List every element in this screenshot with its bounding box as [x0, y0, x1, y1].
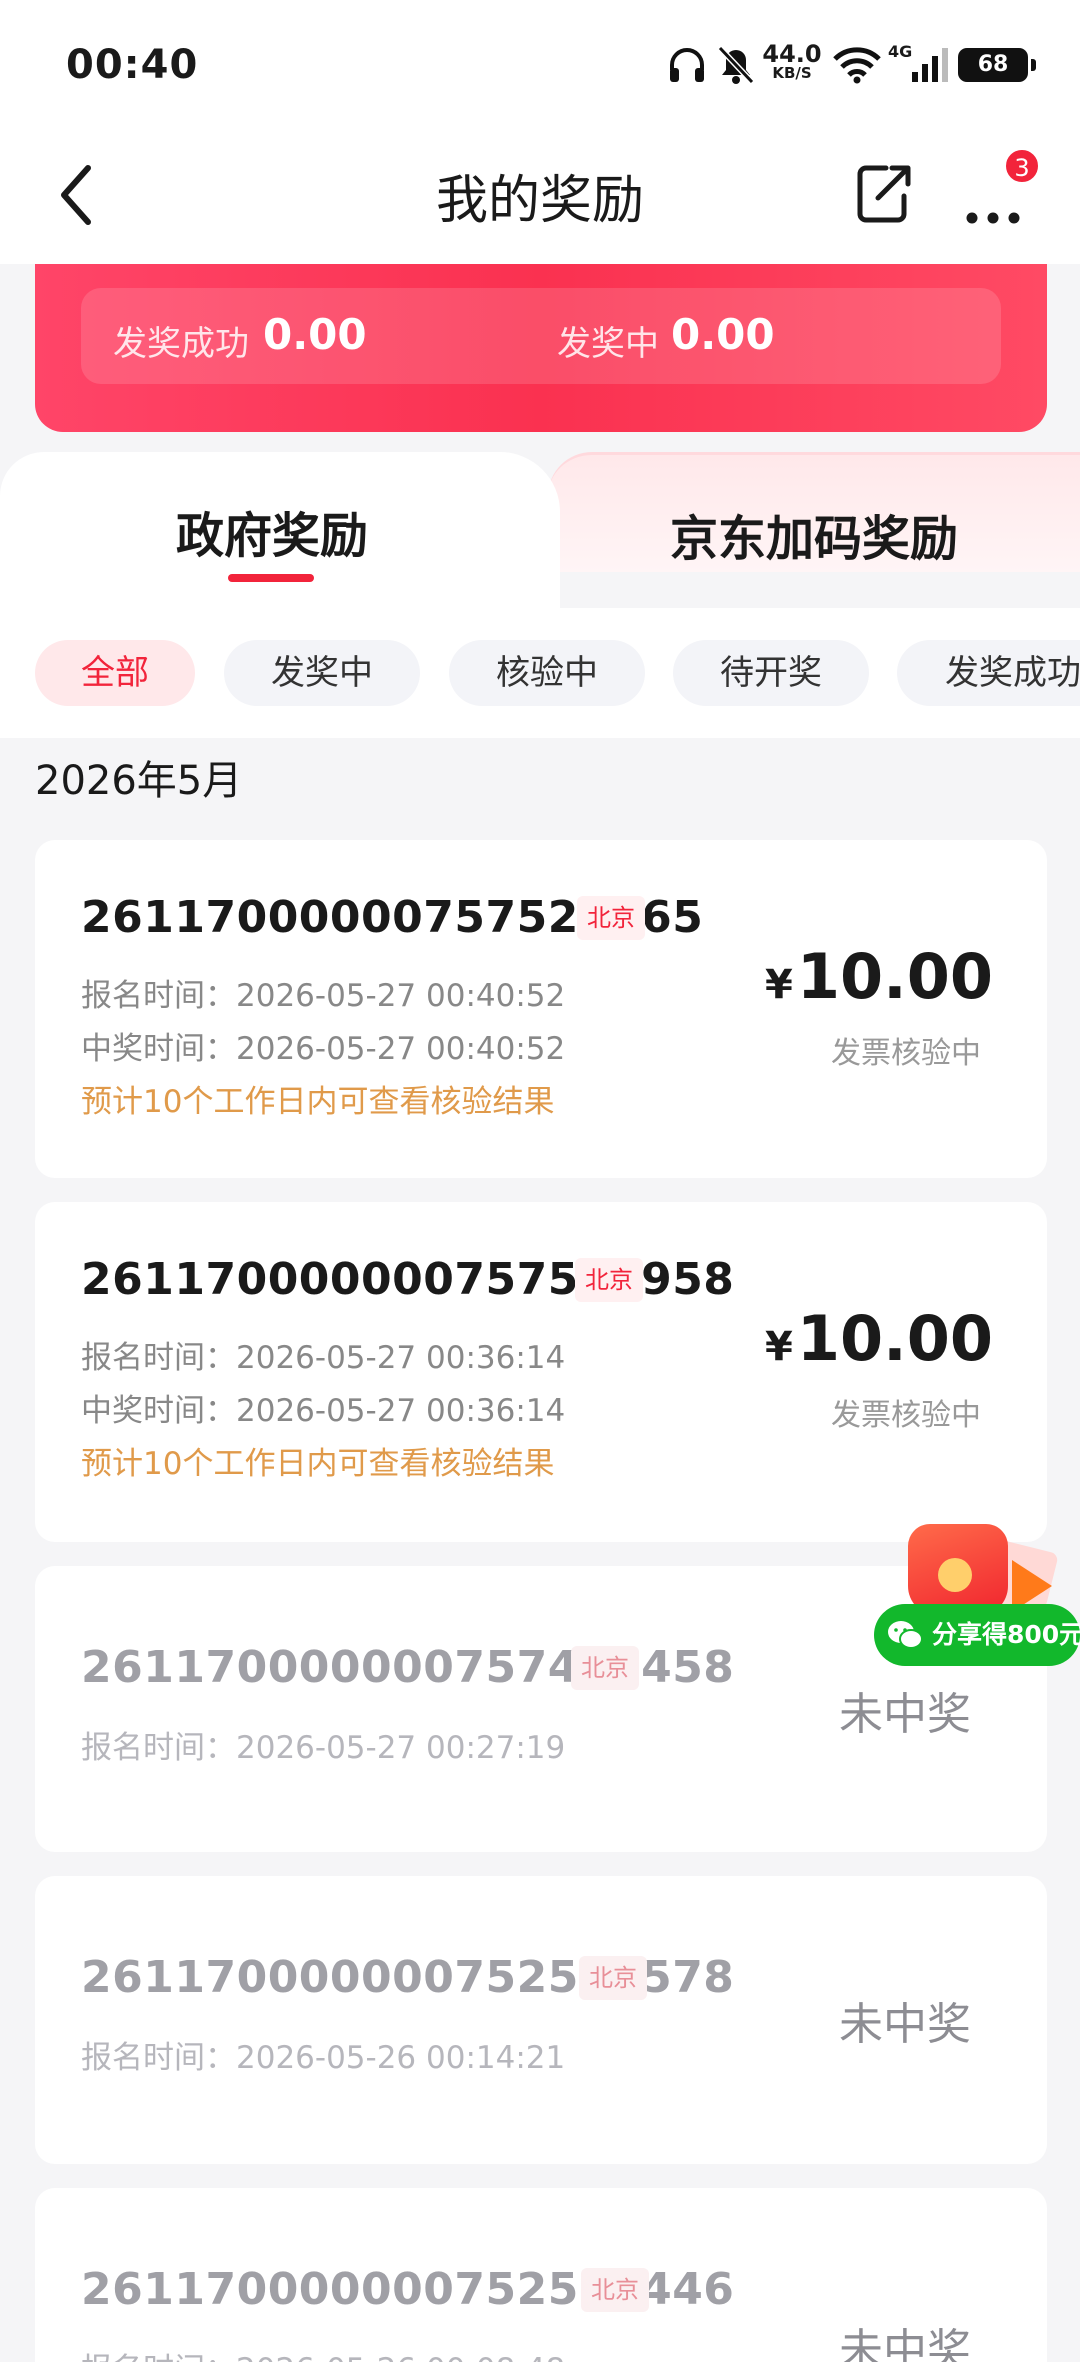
red-envelope-icon: [908, 1524, 1008, 1616]
share-icon[interactable]: [852, 158, 914, 228]
signup-time: 报名时间：2026-05-27 00:36:14: [81, 1340, 566, 1376]
win-time: 中奖时间：2026-05-27 00:40:52: [81, 1031, 566, 1067]
pending-label: 发奖中: [557, 324, 659, 364]
wechat-icon: [888, 1621, 923, 1649]
region-tag: 北京: [581, 2268, 649, 2312]
filter-bar: 全部 发奖中 核验中 待开奖 发奖成功: [0, 608, 1080, 738]
share-reward-float-button[interactable]: 分享得800元: [872, 1512, 1080, 1672]
tab-label: 政府奖励: [175, 508, 368, 564]
net-speed: 44.0 KB/S: [762, 40, 822, 82]
reward-state: 发票核验中: [831, 1398, 981, 1433]
verify-note: 预计10个工作日内可查看核验结果: [81, 1084, 555, 1120]
no-win-label: 未中奖: [839, 2325, 971, 2362]
wifi-icon: [833, 47, 881, 84]
reward-state: 发票核验中: [831, 1036, 981, 1071]
network-type: 4G: [888, 42, 913, 61]
no-win-label: 未中奖: [839, 1999, 971, 2050]
filter-awarding[interactable]: 发奖中: [224, 640, 420, 706]
active-tab-indicator: [228, 574, 314, 582]
region-tag: 北京: [579, 1956, 647, 2000]
reward-record-card[interactable]: 261170000000752592446 北京 报名时间：2026-05-26…: [35, 2188, 1047, 2362]
notification-badge: 3: [1004, 148, 1040, 184]
signup-time: 报名时间：2026-05-26 00:08:48: [81, 2344, 565, 2362]
filter-pending-draw[interactable]: 待开奖: [673, 640, 869, 706]
success-value: 0.00: [263, 310, 367, 359]
tab-label: 京东加码奖励: [669, 511, 958, 567]
summary-panel: 发奖成功 0.00 发奖中 0.00: [81, 288, 1001, 384]
reward-summary-card: 发奖成功 0.00 发奖中 0.00: [35, 264, 1047, 432]
mute-icon: [717, 45, 755, 85]
region-tag: 北京: [571, 1646, 639, 1690]
battery-icon: 68: [958, 48, 1036, 82]
region-tag: 北京: [575, 1258, 643, 1302]
no-win-label: 未中奖: [839, 1689, 971, 1740]
win-time: 中奖时间：2026-05-27 00:36:14: [81, 1393, 566, 1429]
status-bar: 00:40 44.0 KB/S 4G 68: [0, 0, 1080, 130]
reward-amount: ¥10.00: [765, 940, 993, 1013]
tab-jd-bonus[interactable]: 京东加码奖励: [548, 452, 1080, 572]
signup-time: 报名时间：2026-05-27 00:40:52: [81, 978, 566, 1014]
filter-verifying[interactable]: 核验中: [449, 640, 645, 706]
region-tag: 北京: [577, 896, 645, 940]
filter-all[interactable]: 全部: [35, 640, 195, 706]
reward-record-card[interactable]: 261170000000757501958 北京 报名时间：2026-05-27…: [35, 1202, 1047, 1542]
headphones-icon: [670, 48, 704, 82]
verify-note: 预计10个工作日内可查看核验结果: [81, 1446, 555, 1482]
tab-government[interactable]: 政府奖励: [0, 452, 560, 612]
reward-tabs: 京东加码奖励 政府奖励: [0, 448, 1080, 612]
signup-time: 报名时间：2026-05-26 00:14:21: [81, 2040, 566, 2076]
page-title: 我的奖励: [435, 171, 644, 231]
reward-record-card[interactable]: 26117000000757524965 北京 报名时间：2026-05-27 …: [35, 840, 1047, 1178]
reward-record-card[interactable]: 261170000000752593578 北京 报名时间：2026-05-26…: [35, 1876, 1047, 2164]
status-time: 00:40: [66, 42, 199, 88]
pending-value: 0.00: [671, 310, 775, 359]
section-date: 2026年5月: [35, 758, 243, 804]
status-icons: 44.0 KB/S 4G 68: [660, 40, 1080, 90]
nav-bar: 我的奖励 3: [0, 130, 1080, 264]
success-label: 发奖成功: [113, 324, 249, 364]
reward-amount: ¥10.00: [765, 1302, 993, 1375]
signal-icon: [912, 48, 948, 82]
filter-award-success[interactable]: 发奖成功: [897, 640, 1080, 706]
signup-time: 报名时间：2026-05-27 00:27:19: [81, 1730, 566, 1766]
